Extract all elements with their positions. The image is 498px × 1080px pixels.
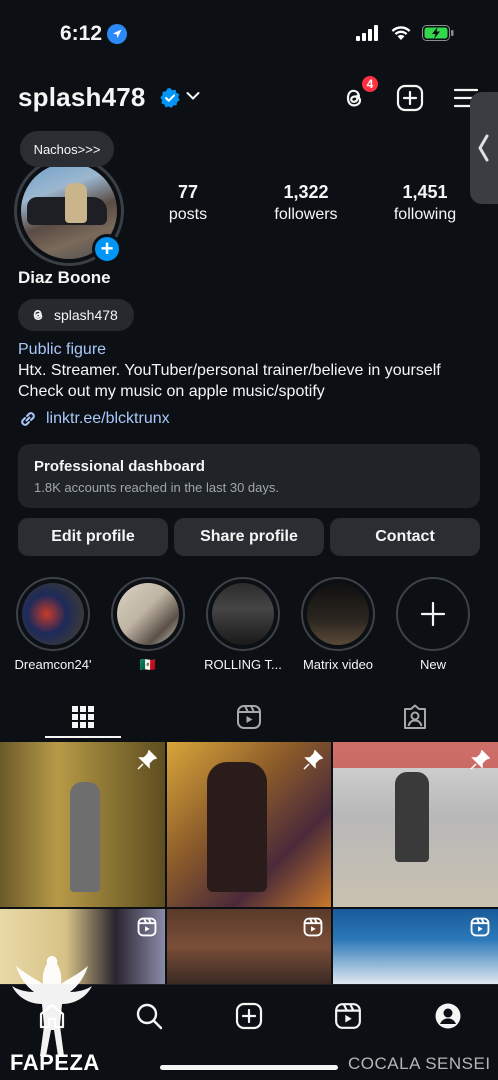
profile-header: splash478 4 [0, 74, 498, 120]
reels-icon [237, 705, 261, 729]
plus-icon [420, 601, 446, 627]
tab-tagged[interactable] [332, 696, 498, 738]
nav-create[interactable] [234, 1001, 264, 1031]
followers-value: 1,322 [283, 182, 329, 202]
highlight-cover [307, 583, 369, 645]
posts-count[interactable]: 77 posts [128, 182, 248, 224]
profile-note[interactable]: Nachos>>> [20, 131, 114, 167]
grid-post[interactable] [167, 909, 331, 984]
highlight-label: ROLLING T... [204, 657, 282, 672]
highlight-label: Dreamcon24' [14, 657, 92, 672]
highlight-mexico[interactable]: 🇲🇽 [108, 577, 188, 673]
bio-line-2: Check out my music on apple music/spotif… [18, 383, 325, 400]
profile-stats: 77 posts 1,322 followers 1,451 following [128, 182, 478, 232]
tab-reels[interactable] [166, 696, 332, 738]
watermark-right-text: COCALA SENSEI [348, 1054, 491, 1073]
tagged-icon [404, 704, 426, 729]
status-bar: 6:12 [0, 0, 498, 70]
status-icons [356, 25, 454, 41]
create-post-icon[interactable] [396, 84, 424, 112]
highlight-cover [212, 583, 274, 645]
highlight-matrix[interactable]: Matrix video [298, 577, 378, 672]
grid-post[interactable] [333, 909, 498, 984]
grid-icon [72, 706, 94, 728]
nav-profile[interactable] [433, 1001, 463, 1031]
reels-icon [335, 1003, 361, 1029]
chevron-down-icon[interactable] [186, 91, 200, 101]
signal-icon [356, 25, 378, 41]
profile-avatar[interactable]: + [14, 156, 124, 266]
link-icon [21, 412, 35, 426]
highlight-label: Matrix video [302, 657, 374, 672]
reel-icon [137, 917, 157, 937]
display-name: Diaz Boone [18, 268, 111, 287]
pin-icon [470, 750, 490, 770]
home-indicator [160, 1065, 338, 1070]
profile-category: Public figure [18, 341, 107, 358]
search-icon [136, 1003, 163, 1030]
new-highlight-button[interactable]: New [393, 577, 473, 672]
pin-icon [303, 750, 323, 770]
highlight-label: New [419, 657, 446, 672]
grid-post[interactable] [167, 742, 331, 907]
threads-profile-link[interactable]: splash478 [18, 299, 134, 331]
profile-avatar-icon [435, 1003, 461, 1029]
bio-line-1: Htx. Streamer. YouTuber/personal trainer… [18, 362, 441, 379]
username-switcher[interactable]: splash478 [18, 82, 146, 113]
contact-button[interactable]: Contact [330, 518, 480, 556]
followers-label: followers [274, 206, 338, 223]
highlight-rolling[interactable]: ROLLING T... [203, 577, 283, 672]
highlight-label: 🇲🇽 [139, 657, 157, 672]
create-icon [235, 1002, 263, 1030]
professional-dashboard[interactable]: Professional dashboard 1.8K accounts rea… [18, 444, 480, 508]
share-profile-button[interactable]: Share profile [174, 518, 324, 556]
watermark-left-text: FAPEZA [10, 1050, 100, 1075]
status-time: 6:12 [60, 22, 103, 45]
pin-icon [137, 750, 157, 770]
active-tab-indicator [45, 736, 121, 738]
dashboard-title: Professional dashboard [34, 458, 205, 475]
highlight-cover [22, 583, 84, 645]
add-story-icon[interactable]: + [92, 234, 122, 264]
reel-icon [303, 917, 323, 937]
threads-small-icon [33, 310, 43, 321]
location-arrow-icon [107, 24, 127, 44]
threads-handle: splash478 [54, 307, 118, 323]
battery-charging-icon [422, 25, 454, 41]
notification-badge: 4 [360, 74, 380, 94]
followers-count[interactable]: 1,322 followers [246, 182, 366, 224]
tab-posts-grid[interactable] [0, 696, 166, 738]
reel-icon [470, 917, 490, 937]
grid-post[interactable] [0, 742, 165, 907]
posts-value: 77 [177, 182, 199, 202]
wifi-icon [391, 26, 411, 40]
dashboard-subtitle: 1.8K accounts reached in the last 30 day… [34, 480, 279, 495]
grid-post[interactable] [333, 742, 498, 907]
bio-link[interactable]: linktr.ee/blcktrunx [18, 409, 170, 429]
highlight-cover [117, 583, 179, 645]
highlight-dreamcon[interactable]: Dreamcon24' [13, 577, 93, 672]
following-count[interactable]: 1,451 following [365, 182, 485, 224]
nav-reels[interactable] [333, 1001, 363, 1031]
following-label: following [393, 206, 457, 223]
following-value: 1,451 [402, 182, 448, 202]
profile-tabs [0, 696, 498, 740]
posts-label: posts [168, 206, 208, 223]
verified-badge-icon [160, 88, 180, 108]
edit-profile-button[interactable]: Edit profile [18, 518, 168, 556]
nav-search[interactable] [134, 1001, 164, 1031]
bio-link-text: linktr.ee/blcktrunx [46, 410, 170, 427]
